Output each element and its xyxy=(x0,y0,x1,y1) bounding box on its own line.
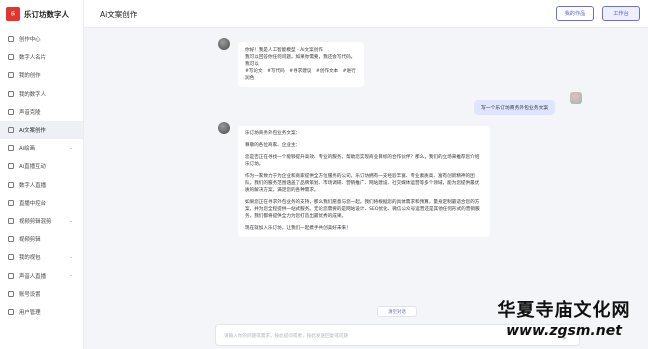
menu-icon xyxy=(8,290,14,297)
sidebar-item[interactable]: 账号设置 xyxy=(0,285,83,303)
sidebar-item[interactable]: 声音克隆 xyxy=(0,103,83,121)
sidebar-item-label: Ai文案创作 xyxy=(19,128,46,135)
menu-icon xyxy=(8,217,14,224)
reply-paragraph: 如果您正在寻求外包业务的支持，那么我们愿意与您一起。我们将根据您的具体需求和预算… xyxy=(245,200,480,219)
menu-icon xyxy=(8,236,14,243)
my-works-button[interactable]: 我的作品 xyxy=(556,6,594,21)
menu-icon xyxy=(8,272,14,279)
tag-write-code[interactable]: #写代码 xyxy=(267,69,285,74)
sidebar-item-label: Ai绘画 xyxy=(19,146,35,153)
greeting-line: 我可以回答你任何问题。如果你需要，我还会写代码。 xyxy=(245,55,356,60)
sidebar-item[interactable]: 视频剪辑混剪 ⌄ xyxy=(0,212,83,230)
watermark-title: 华夏寺庙文化网 xyxy=(497,300,631,321)
sidebar-item[interactable]: 我的数字人 xyxy=(0,85,83,103)
chat-input-placeholder: 请输入你的问题或需求，按此提问或者，按此发送回复或问题 xyxy=(224,334,349,339)
sidebar-item-label: 声音人直播 xyxy=(19,273,46,280)
menu-icon xyxy=(8,36,14,43)
ai-avatar xyxy=(218,122,230,134)
sidebar-item-label: 账号设置 xyxy=(19,291,41,298)
chevron-down-icon[interactable]: ⌄ xyxy=(69,254,73,260)
user-avatar xyxy=(570,92,582,104)
sidebar-item-label: Ai直播互动 xyxy=(19,164,46,171)
sidebar: 乐 乐订坊数字人 创作中心数字人名片我的创作我的数字人声音克隆 Ai文案创作 Ai绘… xyxy=(0,0,84,349)
sidebar-item-label: 数字人名片 xyxy=(19,55,46,62)
brand-logo: 乐 xyxy=(6,7,20,21)
chevron-down-icon[interactable]: ⌄ xyxy=(69,218,73,224)
sidebar-item-label: 数字人直播 xyxy=(19,182,46,189)
sidebar-item[interactable]: 我的创作 xyxy=(0,66,83,84)
sidebar-item[interactable]: 声音人直播 ⌄ xyxy=(0,266,83,284)
tag-write-paper[interactable]: #写论文 xyxy=(245,69,263,74)
menu-icon xyxy=(8,308,14,315)
reply-paragraph: 尊敬的各位商家、企业主： xyxy=(245,143,301,148)
reply-paragraph: 现在就加入乐订坊，让我们一起携手共创美好未来！ xyxy=(245,226,351,231)
sidebar-item[interactable]: 数字人名片 xyxy=(0,48,83,66)
greeting-tags: #写论文 #写代码 #寻求建议 #创作文本 #进行润色 xyxy=(245,68,357,82)
menu-icon xyxy=(8,54,14,61)
menu-icon xyxy=(8,90,14,97)
sidebar-item[interactable]: 数字人直播 xyxy=(0,176,83,194)
menu-icon xyxy=(8,254,14,261)
greeting-bubble: 你好！我是人工智能模型 - Ai文案创作 我可以回答你任何问题。如果你需要，我还… xyxy=(238,42,364,87)
sidebar-menu: 创作中心数字人名片我的创作我的数字人声音克隆 Ai文案创作 Ai绘画 ⌄ Ai直播互动数… xyxy=(0,30,83,321)
sidebar-item[interactable]: 我的视包 ⌄ xyxy=(0,248,83,266)
sidebar-item-label: 声音克隆 xyxy=(19,109,41,116)
brand[interactable]: 乐 乐订坊数字人 xyxy=(0,0,83,28)
menu-icon xyxy=(8,199,14,206)
tag-advice[interactable]: #寻求建议 xyxy=(289,69,311,74)
sidebar-item[interactable]: Ai直播互动 xyxy=(0,157,83,175)
ai-avatar xyxy=(218,38,230,50)
reply-paragraph: 您是否正在寻找一个能够提升高效、专业的服务，帮助您实现商业目标的合作伙伴？那么，… xyxy=(245,155,480,167)
workbench-button[interactable]: 工作台 xyxy=(602,6,640,21)
sidebar-item-label: 我的视包 xyxy=(19,255,41,262)
sidebar-item[interactable]: Ai绘画 ⌄ xyxy=(0,139,83,157)
menu-icon xyxy=(8,108,14,115)
clear-chat-button[interactable]: 清空对话 xyxy=(377,306,417,317)
reply-bubble: 乐订坊商务外包业务文案： 尊敬的各位商家、企业主： 您是否正在寻找一个能够提升高… xyxy=(238,126,490,237)
menu-icon xyxy=(8,72,14,79)
menu-icon xyxy=(8,163,14,170)
header: Ai文案创作 我的作品 工作台 xyxy=(84,0,648,28)
page-title: Ai文案创作 xyxy=(100,10,138,19)
brand-name: 乐订坊数字人 xyxy=(24,9,69,19)
sidebar-item-label: 我的数字人 xyxy=(19,91,46,98)
greeting-line: 你好！我是人工智能模型 - Ai文案创作 xyxy=(245,48,323,53)
sidebar-item-label: 我的创作 xyxy=(19,73,41,80)
menu-icon xyxy=(8,127,14,134)
sidebar-item[interactable]: 视频剪辑 xyxy=(0,230,83,248)
chevron-down-icon[interactable]: ⌄ xyxy=(69,272,73,278)
menu-icon xyxy=(8,181,14,188)
sidebar-item[interactable]: 直播中控台 xyxy=(0,194,83,212)
sidebar-item-label: 视频剪辑 xyxy=(19,237,41,244)
menu-icon xyxy=(8,145,14,152)
greeting-line: 我可以 xyxy=(245,62,259,67)
sidebar-item-label: 创作中心 xyxy=(19,37,41,44)
reply-paragraph: 作为一家致力于为企业和商家提供全方位服务的公司，乐订坊拥有一支经验丰富、专业素质… xyxy=(245,174,480,193)
user-message: 写一个乐订坊商务外包业务文案 xyxy=(474,100,556,115)
reply-paragraph: 乐订坊商务外包业务文案： xyxy=(245,131,301,136)
watermark: 华夏寺庙文化网 www.zgsm.net xyxy=(486,296,642,339)
watermark-url: www.zgsm.net xyxy=(506,323,622,339)
sidebar-item[interactable]: Ai文案创作 xyxy=(0,120,83,140)
clear-chat-label: 清空对话 xyxy=(388,309,406,315)
tag-create-text[interactable]: #创作文本 xyxy=(316,69,338,74)
sidebar-item-label: 用户管理 xyxy=(19,309,41,316)
sidebar-item[interactable]: 创作中心 xyxy=(0,30,83,48)
chevron-down-icon[interactable]: ⌄ xyxy=(69,145,73,151)
sidebar-item[interactable]: 用户管理 xyxy=(0,303,83,321)
sidebar-item-label: 直播中控台 xyxy=(19,200,46,207)
sidebar-item-label: 视频剪辑混剪 xyxy=(19,218,52,225)
